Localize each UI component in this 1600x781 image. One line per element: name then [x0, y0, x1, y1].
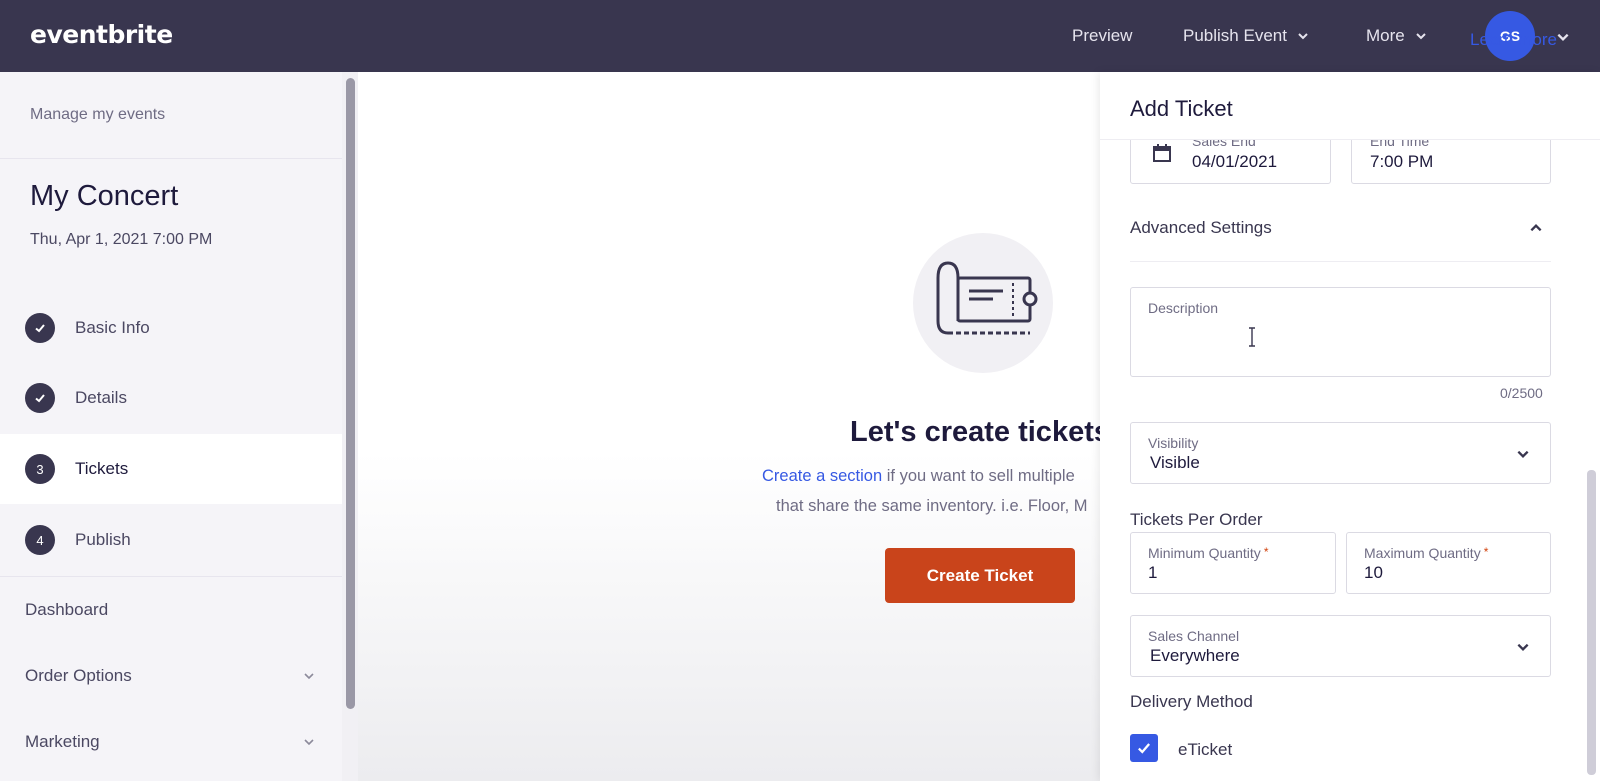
eventbrite-logo[interactable]: eventbrite: [30, 20, 173, 49]
step-tickets[interactable]: 3 Tickets: [0, 434, 342, 504]
menu-label: Marketing: [25, 732, 100, 751]
empty-state-text-line2: that share the same inventory. i.e. Floo…: [776, 497, 1088, 515]
panel-header-cover: Add Ticket: [1100, 72, 1587, 140]
preview-label: Preview: [1072, 26, 1133, 45]
more-label: More: [1366, 26, 1405, 45]
end-time-value: 7:00 PM: [1370, 152, 1434, 171]
required-marker: *: [1263, 545, 1269, 559]
check-icon: [25, 383, 55, 413]
panel-title-text: Add Ticket: [1130, 96, 1233, 121]
description-label: Description: [1148, 300, 1219, 316]
panel-divider: [1130, 261, 1551, 262]
create-section-link[interactable]: Create a section: [762, 467, 882, 485]
description-field[interactable]: Description: [1130, 287, 1551, 377]
maximum-quantity-value: 10: [1364, 563, 1383, 582]
chevron-down-icon: [304, 673, 314, 680]
step-number: 4: [25, 525, 55, 555]
minimum-quantity-value: 1: [1148, 563, 1158, 582]
visibility-select[interactable]: Visibility Visible: [1130, 422, 1551, 484]
step-publish[interactable]: 4 Publish: [0, 505, 342, 575]
sidebar-divider: [0, 158, 342, 159]
menu-label: Dashboard: [25, 600, 109, 619]
learn-more-link[interactable]: Learn more: [1470, 30, 1557, 50]
ticket-icon: [936, 261, 1038, 335]
empty-state-text: Create a section if you want to sell mul…: [762, 467, 1075, 486]
event-date: Thu, Apr 1, 2021 7:00 PM: [30, 231, 213, 248]
sidebar-item-dashboard[interactable]: Dashboard: [25, 600, 315, 620]
check-icon: [25, 313, 55, 343]
chevron-down-icon: [1416, 33, 1426, 40]
required-marker: *: [1483, 545, 1489, 559]
eticket-checkbox[interactable]: [1130, 734, 1158, 762]
preview-button[interactable]: Preview: [1072, 0, 1132, 72]
more-menu[interactable]: More: [1366, 0, 1427, 72]
chevron-down-icon: [1517, 643, 1529, 651]
step-details[interactable]: Details: [0, 363, 342, 433]
sidebar-scrollbar-thumb[interactable]: [346, 78, 355, 709]
tickets-per-order-heading: Tickets Per Order: [1130, 510, 1263, 529]
advanced-settings-toggle[interactable]: Advanced Settings: [1130, 218, 1272, 238]
maximum-quantity-field[interactable]: Maximum Quantity * 10: [1346, 532, 1551, 594]
top-navigation-bar: eventbrite Preview Publish Event More GS: [0, 0, 1600, 72]
description-char-counter: 0/2500: [1500, 385, 1543, 401]
step-label: Tickets: [75, 459, 129, 478]
checkmark-icon: [1138, 743, 1151, 754]
sales-channel-select[interactable]: Sales Channel Everywhere: [1130, 615, 1551, 677]
menu-label: Order Options: [25, 666, 132, 685]
maximum-quantity-label: Maximum Quantity *: [1364, 545, 1488, 561]
sales-end-value: 04/01/2021: [1192, 152, 1278, 171]
panel-scrollbar-thumb[interactable]: [1587, 470, 1596, 775]
chevron-down-icon: [304, 739, 314, 746]
create-ticket-button[interactable]: Create Ticket: [885, 548, 1075, 603]
empty-state-heading: Let's create tickets: [850, 416, 1110, 448]
chevron-down-icon: [1517, 450, 1529, 458]
minimum-quantity-label-text: Minimum Quantity: [1148, 545, 1261, 561]
visibility-label: Visibility: [1148, 435, 1199, 451]
account-chevron-down-icon[interactable]: [1556, 30, 1570, 44]
minimum-quantity-field[interactable]: Minimum Quantity * 1: [1130, 532, 1336, 594]
publish-event-label: Publish Event: [1183, 26, 1287, 45]
sidebar-item-marketing[interactable]: Marketing: [25, 732, 315, 752]
step-number: 3: [25, 454, 55, 484]
ticket-illustration: [913, 233, 1053, 373]
chevron-up-icon[interactable]: [1529, 221, 1543, 235]
minimum-quantity-label: Minimum Quantity *: [1148, 545, 1268, 561]
sales-channel-label: Sales Channel: [1148, 628, 1240, 644]
manage-my-events-link[interactable]: Manage my events: [30, 106, 165, 124]
sales-channel-value: Everywhere: [1150, 646, 1240, 665]
visibility-value: Visible: [1150, 453, 1200, 472]
step-label: Details: [75, 388, 127, 407]
empty-state-text-rest: if you want to sell multiple: [882, 467, 1075, 485]
calendar-icon: [1153, 144, 1171, 162]
chevron-down-icon: [1298, 33, 1308, 40]
eticket-label: eTicket: [1178, 740, 1233, 759]
sidebar-divider: [0, 576, 342, 577]
publish-event-menu[interactable]: Publish Event: [1183, 0, 1309, 72]
maximum-quantity-label-text: Maximum Quantity: [1364, 545, 1481, 561]
sidebar-item-order-options[interactable]: Order Options: [25, 666, 315, 686]
step-basic-info[interactable]: Basic Info: [0, 293, 342, 363]
step-label: Publish: [75, 530, 131, 549]
delivery-method-heading: Delivery Method: [1130, 692, 1253, 711]
event-title: My Concert: [30, 180, 179, 212]
text-cursor-icon: [1249, 327, 1255, 347]
step-label: Basic Info: [75, 318, 150, 337]
